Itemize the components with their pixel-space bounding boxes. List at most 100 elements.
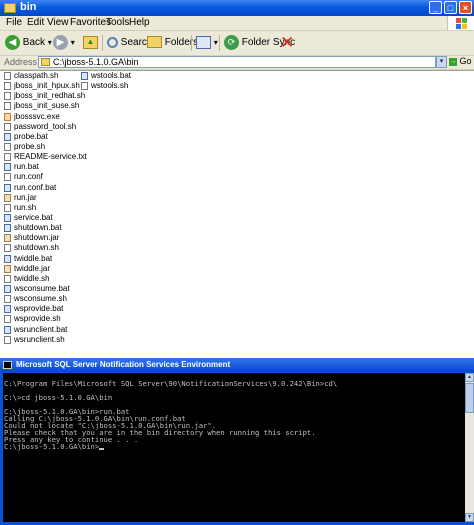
forward-dropdown-icon[interactable]: ▾: [71, 38, 75, 47]
folder-icon: [4, 3, 16, 13]
file-name: jboss_init_hpux.sh: [14, 81, 80, 91]
forward-button[interactable]: ▶ ▾: [53, 34, 75, 52]
toolbar: ◀ Back ▾ ▶ ▾ ▲ Search Folders ▾ ⟳ Folder…: [0, 31, 474, 56]
console-line: C:\jboss-5.1.0.GA\bin>: [3, 443, 465, 450]
up-folder-button[interactable]: ▲: [83, 34, 98, 52]
back-label: Back: [22, 37, 46, 48]
file-list: classpath.sh jboss_init_hpux.sh jboss_init…: [0, 70, 474, 352]
jar-file-icon: [4, 264, 11, 273]
bat-file-icon: [81, 72, 88, 80]
bat-file-icon: [4, 254, 11, 263]
file-name: twiddle.sh: [14, 273, 50, 283]
file-name: twiddle.bat: [14, 253, 53, 263]
go-arrow-icon: →: [449, 57, 457, 66]
file-file-icon: [4, 173, 11, 182]
file-name: shutdown.jar: [14, 233, 60, 243]
folders-label: Folders: [164, 37, 199, 48]
delete-button[interactable]: ✕: [280, 34, 294, 52]
jar-file-icon: [4, 193, 11, 202]
file-name: shutdown.sh: [14, 243, 59, 253]
command-prompt-window: Microsoft SQL Server Notification Servic…: [0, 358, 474, 525]
console-line-text: C:\Program Files\Microsoft SQL Server\90…: [4, 379, 338, 388]
file-name: twiddle.jar: [14, 263, 51, 273]
address-dropdown-button[interactable]: ▾: [436, 56, 447, 68]
file-file-icon: [4, 295, 11, 304]
file-name: wsrunclient.bat: [14, 324, 68, 334]
console-cursor: [99, 448, 105, 450]
file-name: run.conf: [14, 172, 43, 182]
menu-tools[interactable]: Tools: [106, 17, 129, 28]
file-file-icon: [4, 92, 11, 101]
file-name: wsprovide.bat: [14, 304, 64, 314]
search-button[interactable]: Search: [107, 34, 152, 52]
bat-file-icon: [4, 183, 11, 192]
file-file-icon: [4, 102, 11, 111]
bat-file-icon: [4, 224, 11, 233]
file-file-icon: [4, 142, 11, 151]
menu-view[interactable]: View: [47, 17, 69, 28]
file-name: shutdown.bat: [14, 223, 62, 233]
forward-arrow-icon: ▶: [53, 34, 68, 50]
file-name: password_tool.sh: [14, 121, 77, 131]
toolbar-separator: [219, 35, 220, 51]
minimize-button[interactable]: _: [429, 1, 442, 14]
go-label: Go: [459, 56, 472, 66]
menu-file[interactable]: File: [6, 17, 22, 28]
file-name: probe.sh: [14, 141, 46, 151]
bat-file-icon: [4, 213, 11, 222]
views-dropdown-icon[interactable]: ▾: [214, 38, 218, 47]
file-name: wstools.bat: [91, 71, 132, 80]
file-name: wsconsume.bat: [14, 283, 70, 293]
file-file-icon: [4, 203, 11, 212]
file-file-icon: [4, 153, 11, 162]
file-name: wstools.sh: [91, 81, 129, 91]
file-name: classpath.sh: [14, 71, 59, 80]
address-value: C:\jboss-5.1.0.GA\bin: [53, 57, 139, 67]
file-file-icon: [4, 82, 11, 91]
folders-icon: [147, 36, 162, 49]
menu-bar: File Edit View Favorites Tools Help: [0, 16, 474, 31]
folder-sync-icon: ⟳: [224, 34, 239, 50]
menu-favorites[interactable]: Favorites: [70, 17, 111, 28]
file-file-icon: [4, 274, 11, 283]
scroll-up-button[interactable]: ▲: [465, 373, 474, 382]
go-button[interactable]: → Go: [449, 56, 472, 66]
back-button[interactable]: ◀ Back ▾: [5, 34, 52, 52]
file-name: probe.bat: [14, 131, 48, 141]
console-line: C:\>cd jboss-5.1.0.GA\bin: [3, 394, 465, 401]
file-name: wsprovide.sh: [14, 314, 61, 324]
explorer-window: bin _ □ × File Edit View Favorites Tools H…: [0, 0, 474, 352]
scroll-down-button[interactable]: ▼: [465, 513, 474, 522]
maximize-button[interactable]: □: [444, 1, 457, 14]
console-scrollbar[interactable]: ▲ ▼: [465, 373, 474, 522]
menu-edit[interactable]: Edit: [27, 17, 44, 28]
file-name: jbosssvc.exe: [14, 111, 60, 121]
scroll-thumb[interactable]: [465, 383, 474, 413]
console-line-text: C:\>cd jboss-5.1.0.GA\bin: [4, 393, 113, 402]
console-output[interactable]: C:\Program Files\Microsoft SQL Server\90…: [3, 373, 465, 522]
address-bar: Address C:\jboss-5.1.0.GA\bin ▾ → Go: [0, 56, 474, 70]
file-name: run.bat: [14, 162, 39, 172]
address-label: Address: [4, 57, 38, 67]
up-folder-icon: ▲: [83, 35, 98, 49]
file-file-icon: [4, 72, 11, 80]
cmd-titlebar[interactable]: Microsoft SQL Server Notification Servic…: [0, 358, 474, 372]
back-dropdown-icon[interactable]: ▾: [48, 38, 52, 47]
explorer-titlebar[interactable]: bin _ □ ×: [0, 0, 474, 16]
file-name: run.conf.bat: [14, 182, 57, 192]
address-input[interactable]: C:\jboss-5.1.0.GA\bin: [38, 56, 436, 68]
close-button[interactable]: ×: [459, 1, 472, 14]
menu-help[interactable]: Help: [129, 17, 150, 28]
window-controls: _ □ ×: [427, 1, 472, 15]
window-title: bin: [20, 1, 37, 13]
file-file-icon: [4, 122, 11, 131]
file-file-icon: [4, 244, 11, 253]
file-name: run.jar: [14, 192, 37, 202]
file-name: jboss_init_redhat.sh: [14, 91, 86, 101]
views-button[interactable]: ▾: [196, 34, 218, 52]
file-file-icon: [4, 315, 11, 324]
file-name: README-service.txt: [14, 152, 87, 162]
bat-file-icon: [4, 305, 11, 314]
toolbar-separator: [102, 35, 103, 51]
console-line-text: C:\jboss-5.1.0.GA\bin>: [4, 442, 100, 451]
